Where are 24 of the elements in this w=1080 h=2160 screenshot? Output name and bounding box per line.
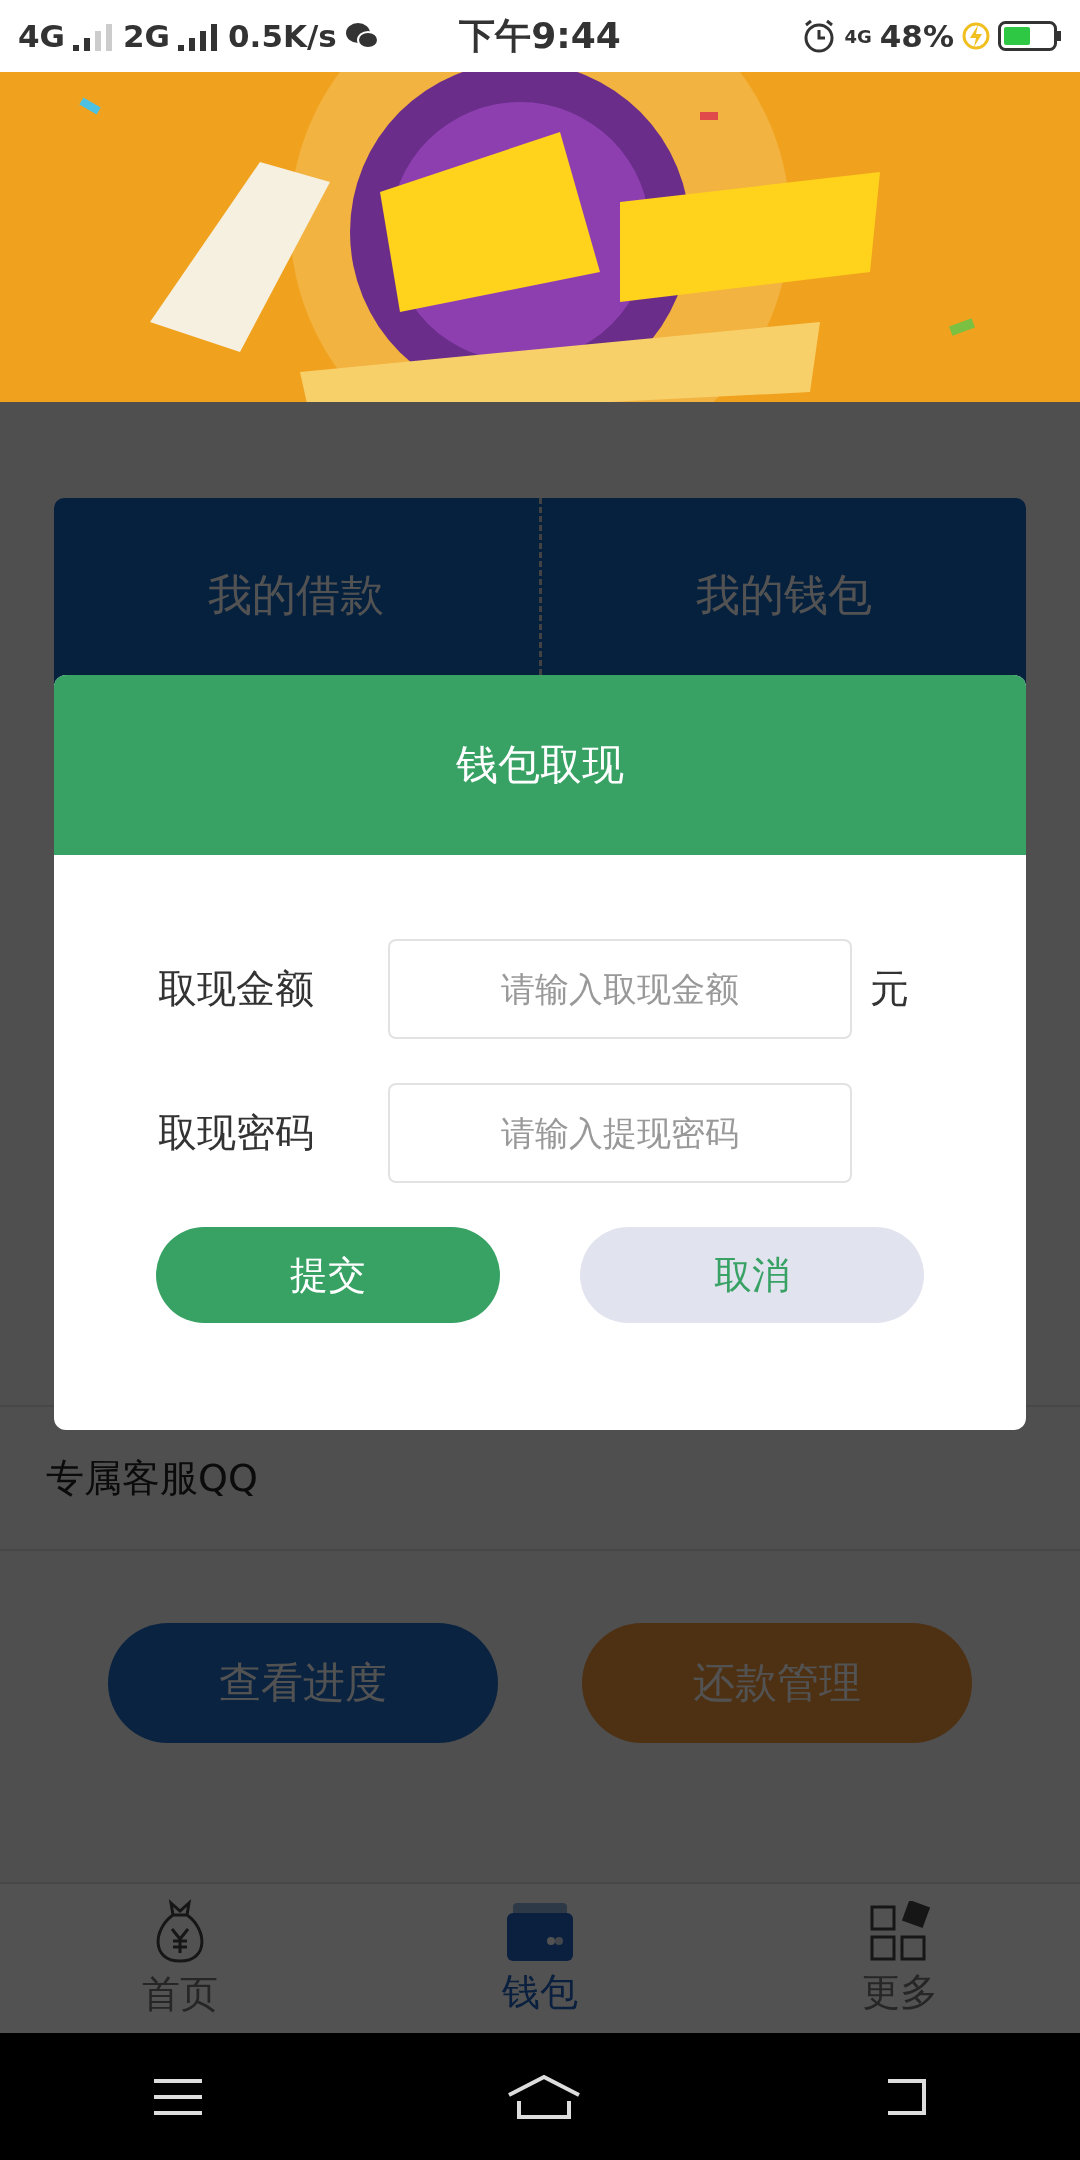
battery-percent: 48%	[879, 18, 954, 54]
network-label: 4G	[18, 18, 65, 54]
charging-icon	[962, 21, 990, 51]
grid-icon	[869, 1901, 931, 1963]
card-label: 我的借款	[208, 568, 385, 622]
action-button[interactable]: 查看进度	[108, 1623, 498, 1743]
menu-icon[interactable]	[151, 2076, 204, 2117]
battery-icon	[998, 21, 1062, 51]
field-label: 取现密码	[158, 1109, 315, 1157]
dialog-title: 钱包取现	[456, 739, 624, 791]
field-label: 取现金额	[158, 965, 315, 1013]
signal-icon	[73, 21, 115, 51]
action-button[interactable]: 还款管理	[582, 1623, 972, 1743]
network-label: 2G	[123, 18, 171, 54]
submit-button[interactable]: 提交	[156, 1227, 500, 1323]
input-field[interactable]: 请输入提现密码	[388, 1083, 852, 1183]
cancel-button[interactable]: 取消	[580, 1227, 924, 1323]
unit-label: 元	[870, 965, 909, 1013]
network-speed: 0.5K/s	[228, 18, 337, 54]
home-icon[interactable]	[507, 2074, 581, 2119]
card-label: 我的钱包	[695, 568, 872, 622]
clock-time: 下午9:44	[459, 13, 621, 58]
network-label: 4G	[844, 25, 872, 47]
input-field[interactable]: 请输入取现金额	[388, 939, 852, 1039]
